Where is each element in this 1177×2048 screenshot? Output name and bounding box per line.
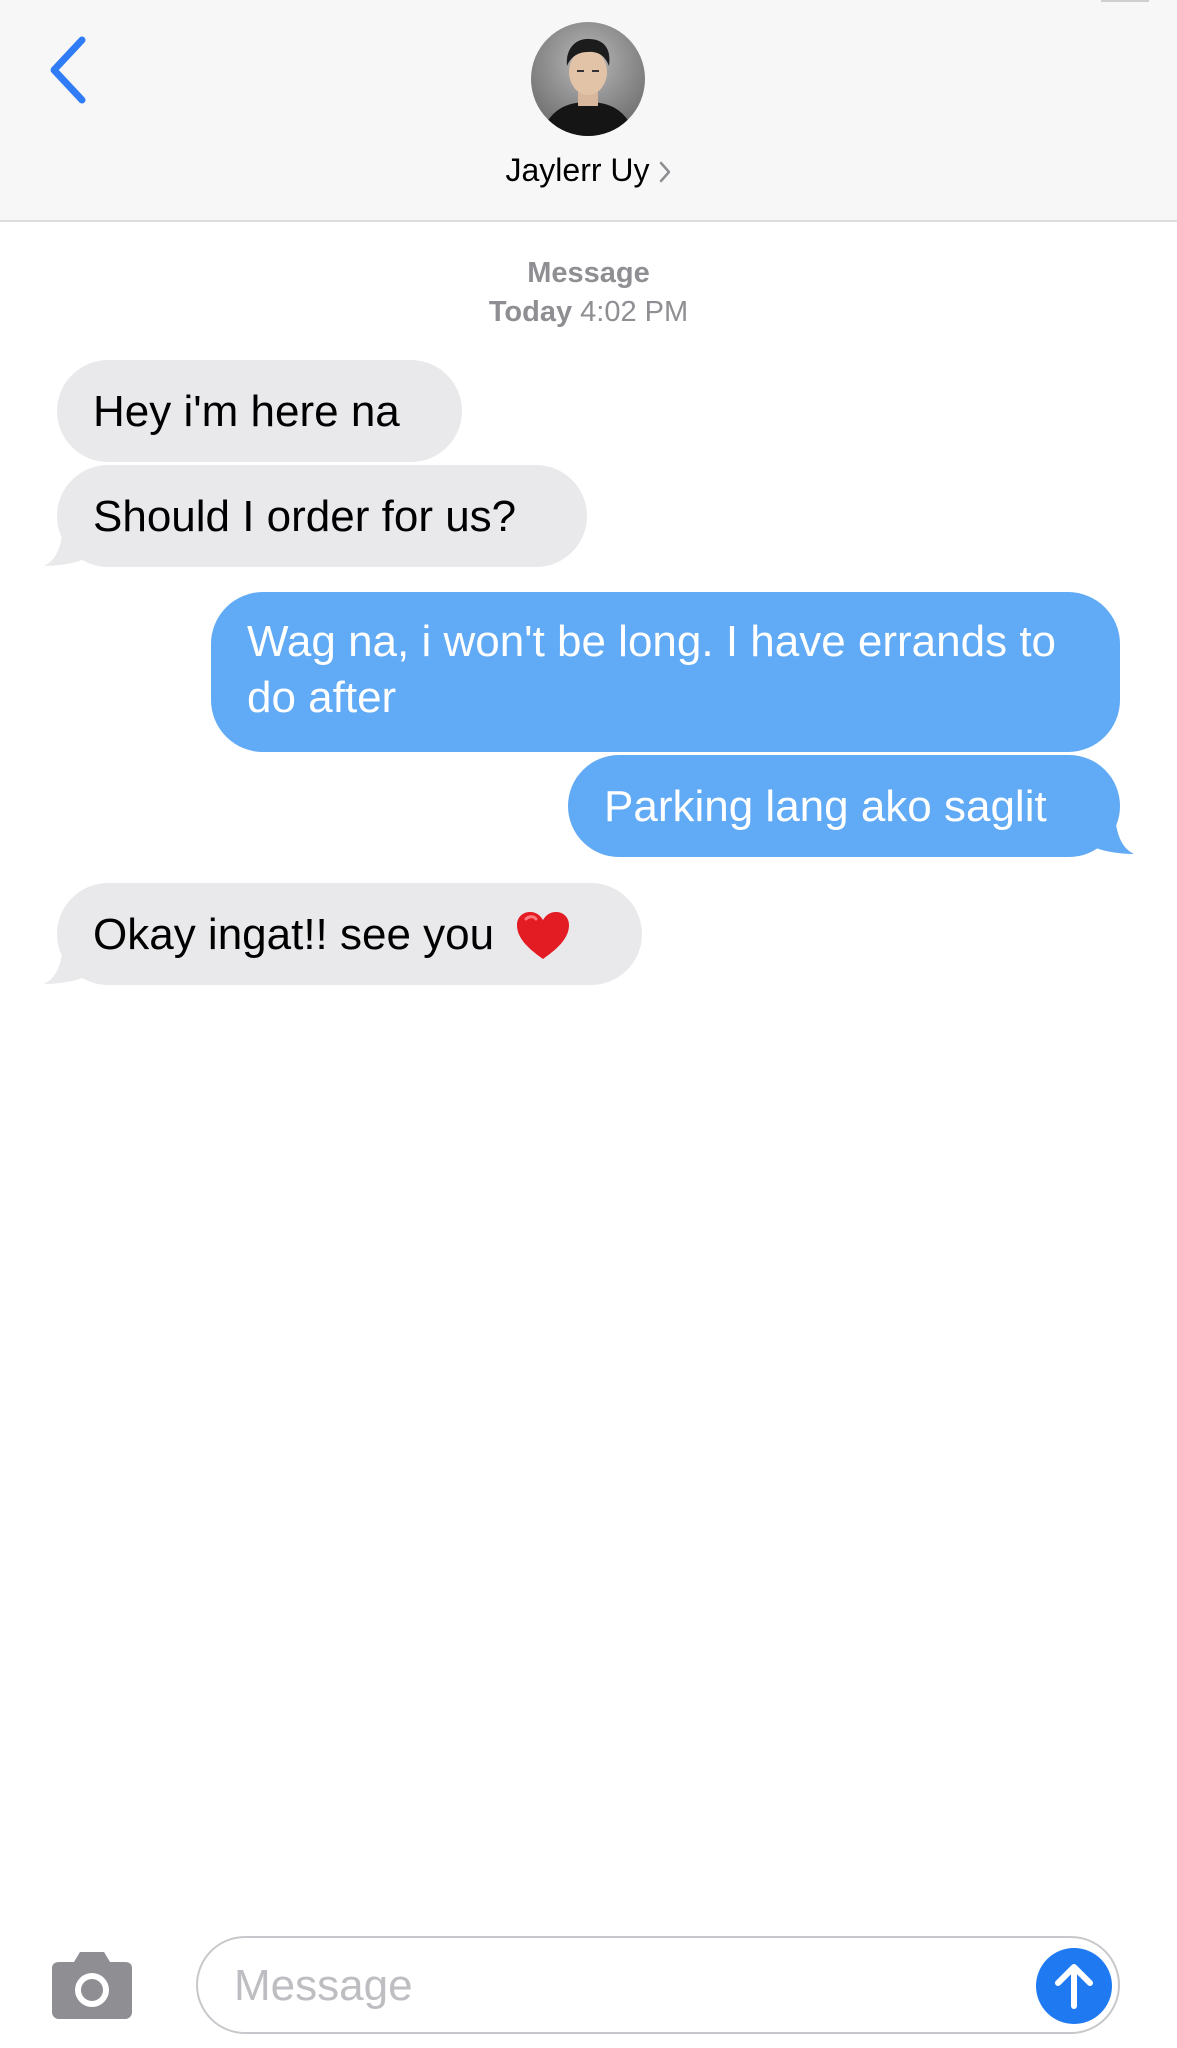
camera-icon: [52, 1952, 132, 2019]
timestamp-day: Today: [488, 296, 573, 328]
contact-avatar[interactable]: [531, 22, 645, 136]
red-heart-icon: [517, 912, 570, 959]
message-text: Okay ingat!! see you: [93, 910, 495, 959]
contact-name: Jaylerr Uy: [505, 152, 650, 188]
chevron-left-icon: [50, 36, 86, 104]
message-text: Hey i'm here na: [93, 387, 400, 436]
contact-name-button[interactable]: Jaylerr Uy: [0, 146, 1177, 197]
arrow-up-icon: [1055, 1964, 1093, 2009]
message-input[interactable]: [234, 1956, 994, 2016]
back-button[interactable]: [42, 34, 102, 106]
service-label: Message: [527, 257, 650, 289]
message-text: Parking lang ako saglit: [604, 782, 1047, 831]
outgoing-message-bubble[interactable]: Parking lang ako saglit: [568, 755, 1120, 857]
conversation-header: Jaylerr Uy: [0, 0, 1177, 222]
message-timestamp: Today 4:02 PM: [0, 293, 1177, 331]
message-text: Wag na, i won't be long. I have errands …: [247, 617, 1057, 722]
chevron-right-icon: [658, 149, 672, 197]
message-text: Should I order for us?: [93, 492, 517, 541]
avatar-photo: [531, 22, 645, 136]
incoming-message-bubble[interactable]: Should I order for us?: [57, 465, 587, 567]
outgoing-message-bubble[interactable]: Wag na, i won't be long. I have errands …: [211, 592, 1120, 752]
camera-button[interactable]: [46, 1950, 138, 2022]
incoming-message-bubble[interactable]: Okay ingat!! see you: [57, 883, 642, 985]
message-input-field[interactable]: [196, 1936, 1120, 2034]
timestamp-time: 4:02 PM: [580, 296, 689, 328]
incoming-message-bubble[interactable]: Hey i'm here na: [57, 360, 462, 462]
send-button[interactable]: [1036, 1948, 1112, 2024]
status-edge-line: [1101, 0, 1149, 2]
